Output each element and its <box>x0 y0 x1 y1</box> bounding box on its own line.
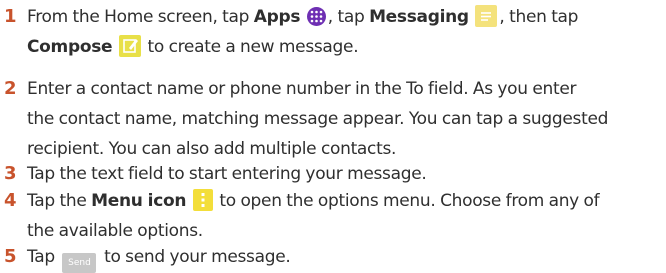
text-segment: , then tap <box>499 7 579 27</box>
step-text: Enter a contact name or phone number in … <box>27 74 663 164</box>
step-number: 1 <box>4 6 17 27</box>
send-button-image: Send <box>62 253 97 273</box>
step-text: Tap the Menu icon to open the options me… <box>27 186 663 246</box>
apps-icon <box>306 7 326 26</box>
menu-icon-label: Menu icon <box>91 191 187 211</box>
text-segment: Tap <box>27 247 60 267</box>
text-segment: Tap the <box>27 191 92 211</box>
step-text: Tap the text field to start entering you… <box>27 159 663 189</box>
step-line: From the Home screen, tap Apps , tap Mes… <box>27 2 663 32</box>
step-text: From the Home screen, tap Apps , tap Mes… <box>27 2 663 62</box>
menu-icon <box>192 189 213 211</box>
step-line: the contact name, matching message appea… <box>27 109 609 129</box>
step-text: Tap Send to send your message. <box>27 242 663 273</box>
compose-icon <box>118 35 141 57</box>
step-line: Compose to create a new message. <box>27 32 663 62</box>
messaging-icon <box>475 5 498 27</box>
step-number: 5 <box>4 246 17 267</box>
text-segment: to create a new message. <box>142 37 359 57</box>
text-segment: to send your message. <box>99 247 291 267</box>
apps-label: Apps <box>253 7 301 27</box>
step-number: 3 <box>4 163 17 184</box>
step-line: Tap Send to send your message. <box>27 242 663 273</box>
text-segment: , tap <box>327 7 370 27</box>
messaging-label: Messaging <box>369 7 469 27</box>
compose-label: Compose <box>27 37 113 57</box>
step-number: 2 <box>4 78 17 99</box>
text-segment: From the Home screen, tap <box>27 7 254 27</box>
text-segment: to open the options menu. Choose from an… <box>214 191 600 211</box>
step-line: Tap the Menu icon to open the options me… <box>27 186 663 216</box>
step-line: Enter a contact name or phone number in … <box>27 79 577 99</box>
step-line: Tap the text field to start entering you… <box>27 164 427 184</box>
step-number: 4 <box>4 190 17 211</box>
